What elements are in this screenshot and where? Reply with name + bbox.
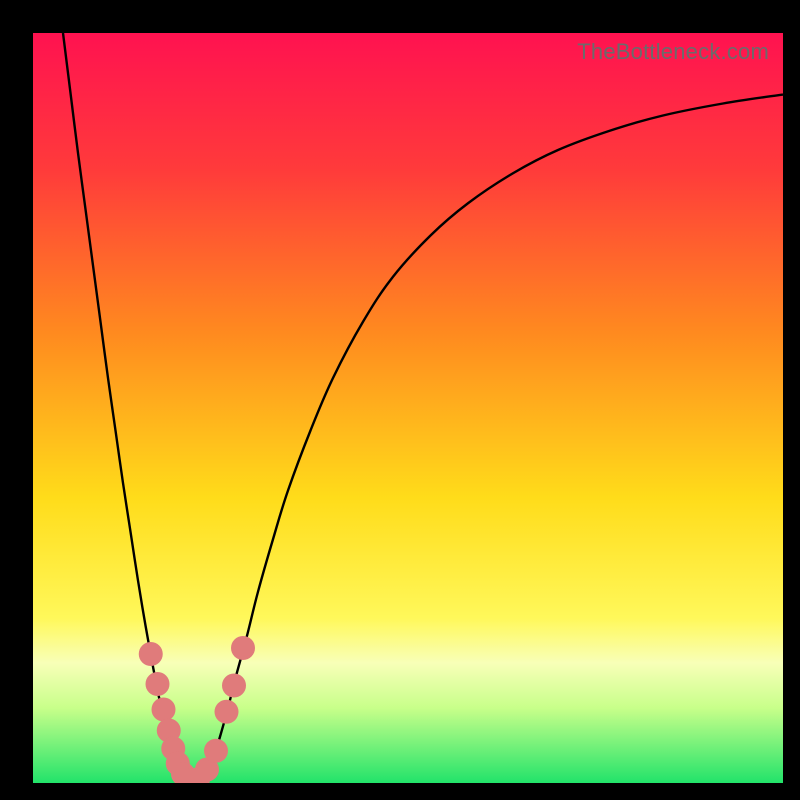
- valley-dot: [146, 672, 170, 696]
- valley-dot: [231, 636, 255, 660]
- outer-frame: TheBottleneck.com: [0, 0, 800, 800]
- bottleneck-curve: [63, 33, 783, 782]
- plot-area: TheBottleneck.com: [33, 33, 783, 783]
- valley-dot: [204, 739, 228, 763]
- valley-dot: [222, 674, 246, 698]
- valley-dot: [215, 700, 239, 724]
- valley-dot: [139, 642, 163, 666]
- valley-dot: [152, 698, 176, 722]
- chart-svg: [33, 33, 783, 783]
